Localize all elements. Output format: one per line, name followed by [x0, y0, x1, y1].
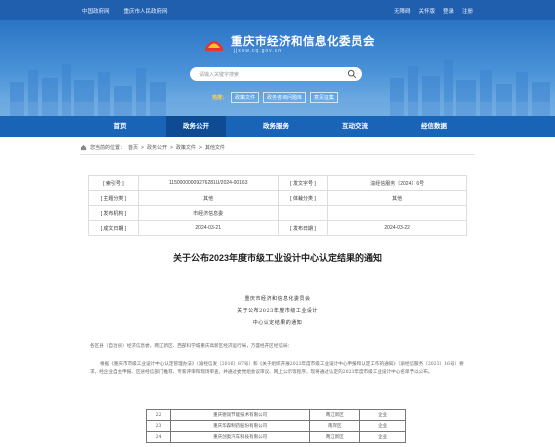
table-row: 23 重庆华森制药股份有限公司 南岸区 企业: [146, 420, 406, 432]
certified-list-table: 22 重庆德润节能技术有限公司 两江新区 企业 23 重庆华森制药股份有限公司 …: [146, 409, 406, 443]
type: 企业: [359, 431, 406, 443]
row-number: 24: [146, 431, 171, 443]
divider: [80, 154, 475, 155]
document-image: 重庆市经济和信息化委员会 关于公布2023年度市级工业设计 中心认定结果的通知 …: [88, 275, 467, 447]
breadcrumb-sep: >: [198, 144, 202, 151]
breadcrumb: 您当前的位置： 首页 > 政务公开 > 政策文件 > 其他文件: [80, 144, 225, 151]
company-name: 重庆华森制药股份有限公司: [169, 420, 311, 432]
table-row: 22 重庆德润节能技术有限公司 两江新区 企业: [146, 409, 406, 421]
table-row: [ 索引号 ] 11500000009276281U/2024-00163 [ …: [88, 175, 467, 191]
main-nav: 首页 政务公开 政务服务 互动交流 经信数据: [0, 116, 555, 137]
table-row: [ 成文日期 ] 2024-03-21 [ 发布日期 ] 2024-03-22: [88, 220, 467, 236]
accessibility-link[interactable]: 无障碍: [394, 7, 411, 15]
breadcrumb-label: 您当前的位置：: [90, 145, 126, 151]
hot-tag[interactable]: 意见征集: [310, 92, 339, 103]
type: 企业: [359, 409, 406, 421]
document-meta-table: [ 索引号 ] 11500000009276281U/2024-00163 [ …: [88, 175, 467, 236]
meta-key: [ 成文日期 ]: [88, 220, 139, 236]
meta-key: [ 发文字号 ]: [277, 175, 329, 191]
row-number: 23: [146, 420, 171, 432]
doc-heading-line3: 中心认定结果的通知: [252, 320, 303, 326]
search-input[interactable]: 请输入关键字搜索: [199, 71, 239, 78]
home-icon: [80, 144, 87, 151]
meta-value: 其他: [137, 190, 279, 206]
hot-tag[interactable]: 政务咨询问题库: [263, 92, 307, 103]
type: 企业: [359, 420, 406, 432]
breadcrumb-sep: >: [169, 144, 173, 151]
doc-paragraph: 根据《重庆市市级工业设计中心认定管理办法》（渝经信发〔2016〕87号）和《关于…: [90, 362, 464, 375]
meta-value: [327, 205, 467, 221]
login-link[interactable]: 登录: [443, 7, 454, 15]
row-number: 22: [146, 409, 171, 421]
emblem-logo: [205, 41, 223, 51]
table-row: 24 重庆创奥汽车科技有限公司 两江新区 企业: [146, 431, 406, 443]
meta-value: 市经济信息委: [137, 205, 279, 221]
breadcrumb-other[interactable]: 其他文件: [205, 144, 225, 151]
meta-value: 2024-03-21: [137, 220, 279, 236]
gov-link[interactable]: 中国政府网: [82, 7, 110, 15]
nav-gov-affairs[interactable]: 政务公开: [166, 116, 226, 137]
register-link[interactable]: 注册: [462, 7, 473, 15]
meta-key: [277, 205, 329, 221]
nav-gov-services[interactable]: 政务服务: [246, 116, 306, 137]
doc-heading: 重庆市经济和信息化委员会: [244, 296, 311, 302]
breadcrumb-sep: >: [141, 144, 144, 151]
company-name: 重庆德润节能技术有限公司: [169, 409, 311, 421]
meta-value: 其他: [327, 190, 467, 206]
meta-value: 11500000009276281U/2024-00163: [137, 175, 279, 191]
header-banner: 重庆市经济和信息化委员会 jjxxw.cq.gov.cn 请输入关键字搜索 热搜…: [0, 20, 555, 116]
breadcrumb-home[interactable]: 首页: [128, 144, 138, 151]
meta-key: [ 发布日期 ]: [277, 220, 329, 236]
doc-greeting: 各区县（自治县）经济信息委，两江新区、西部科学城重庆高新区经济运行局，万盛经开区…: [90, 344, 293, 349]
company-name: 重庆创奥汽车科技有限公司: [169, 431, 311, 443]
district: 两江新区: [309, 409, 361, 421]
nav-data[interactable]: 经信数据: [404, 116, 464, 137]
article-title: 关于公布2023年度市级工业设计中心认定结果的通知: [172, 253, 383, 263]
table-row: [ 发布机构 ] 市经济信息委: [88, 205, 467, 221]
district: 南岸区: [309, 420, 361, 432]
hot-search-label: 热搜：: [212, 95, 228, 101]
meta-key: [ 发布机构 ]: [88, 205, 139, 221]
doc-heading-line2: 关于公布2023年度市级工业设计: [237, 308, 318, 314]
meta-value: 渝经信服务〔2024〕6号: [327, 175, 467, 191]
top-bar: 中国政府网 重庆市人民政府网 无障碍 关怀版 登录 注册: [0, 0, 555, 20]
breadcrumb-policy[interactable]: 政策文件: [176, 144, 196, 151]
search-icon[interactable]: [347, 69, 357, 79]
meta-key: [ 索引号 ]: [88, 175, 139, 191]
breadcrumb-gov-affairs[interactable]: 政务公开: [147, 144, 167, 151]
search-box[interactable]: 请输入关键字搜索: [190, 67, 362, 81]
meta-value: 2024-03-22: [327, 220, 467, 236]
site-title: 重庆市经济和信息化委员会: [231, 36, 375, 48]
site-domain: jjxxw.cq.gov.cn: [234, 48, 282, 54]
table-row: [ 主题分类 ] 其他 [ 体裁分类 ] 其他: [88, 190, 467, 206]
meta-key: [ 主题分类 ]: [88, 190, 139, 206]
nav-interaction[interactable]: 互动交流: [325, 116, 385, 137]
district: 两江新区: [309, 431, 361, 443]
hot-tag[interactable]: 政策文件: [231, 92, 260, 103]
meta-key: [ 体裁分类 ]: [277, 190, 329, 206]
hot-search: 热搜： 政策文件 政务咨询问题库 意见征集: [212, 92, 339, 103]
nav-home[interactable]: 首页: [90, 116, 150, 137]
cq-gov-link[interactable]: 重庆市人民政府网: [124, 7, 168, 15]
elder-mode-link[interactable]: 关怀版: [418, 7, 435, 15]
